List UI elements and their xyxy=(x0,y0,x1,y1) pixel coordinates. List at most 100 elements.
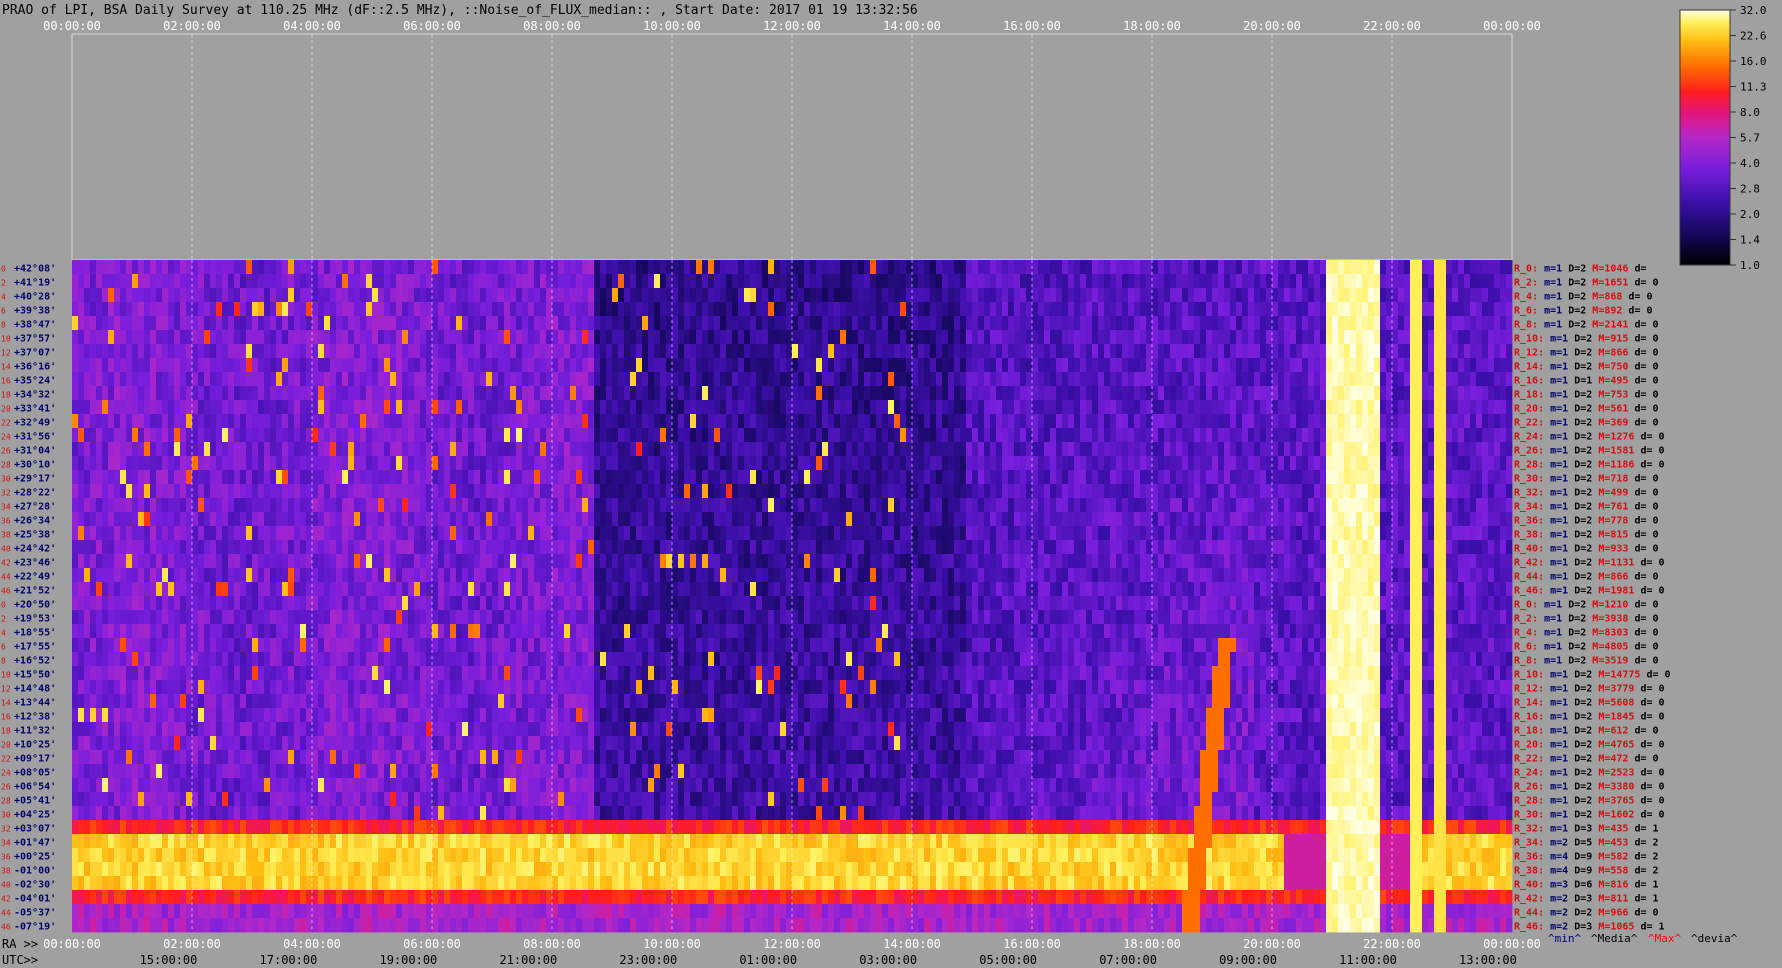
heatmap-cell xyxy=(306,274,313,289)
heatmap-cell xyxy=(1416,344,1423,359)
heatmap-cell xyxy=(1380,484,1387,499)
heatmap-cell xyxy=(1434,330,1441,345)
heatmap-cell xyxy=(444,414,451,429)
heatmap-cell xyxy=(720,540,727,555)
heatmap-cell xyxy=(732,400,739,415)
heatmap-cell xyxy=(972,498,979,513)
heatmap-cell xyxy=(504,358,511,373)
heatmap-cell xyxy=(852,442,859,457)
heatmap-cell xyxy=(744,428,751,443)
heatmap-cell xyxy=(846,526,853,541)
heatmap-cell xyxy=(276,372,283,387)
heatmap-cell xyxy=(1074,484,1081,499)
heatmap-cell xyxy=(966,400,973,415)
heatmap-cell xyxy=(1098,274,1105,289)
heatmap-cell xyxy=(894,344,901,359)
heatmap-cell xyxy=(1116,316,1123,331)
heatmap-cell xyxy=(744,498,751,513)
heatmap-cell xyxy=(456,386,463,401)
heatmap-cell xyxy=(660,316,667,331)
heatmap-cell xyxy=(810,330,817,345)
heatmap-cell xyxy=(1188,428,1195,443)
heatmap-cell xyxy=(792,316,799,331)
heatmap-cell xyxy=(318,484,325,499)
heatmap-cell xyxy=(510,400,517,415)
heatmap-cell xyxy=(1032,442,1039,457)
heatmap-cell xyxy=(564,512,571,527)
heatmap-cell xyxy=(846,372,853,387)
heatmap-cell xyxy=(774,288,781,303)
heatmap-cell xyxy=(1332,470,1339,485)
heatmap-cell xyxy=(672,498,679,513)
heatmap-cell xyxy=(396,302,403,317)
heatmap-cell xyxy=(1350,442,1357,457)
heatmap-cell xyxy=(1026,274,1033,289)
heatmap-cell xyxy=(456,540,463,555)
heatmap-cell xyxy=(762,386,769,401)
heatmap-cell xyxy=(588,470,595,485)
heatmap-cell xyxy=(894,400,901,415)
heatmap-cell xyxy=(1140,442,1147,457)
heatmap-cell xyxy=(1392,470,1399,485)
heatmap-cell xyxy=(198,414,205,429)
heatmap-cell xyxy=(1398,456,1405,471)
heatmap-cell xyxy=(192,330,199,345)
heatmap-cell xyxy=(450,526,457,541)
heatmap-cell xyxy=(1044,526,1051,541)
heatmap-cell xyxy=(618,442,625,457)
heatmap-cell xyxy=(996,288,1003,303)
heatmap-cell xyxy=(186,288,193,303)
heatmap-cell xyxy=(1398,302,1405,317)
heatmap-cell xyxy=(1002,428,1009,443)
heatmap-cell xyxy=(1212,400,1219,415)
heatmap-cell xyxy=(192,540,199,555)
heatmap-cell xyxy=(504,414,511,429)
heatmap-cell xyxy=(690,372,697,387)
heatmap-cell xyxy=(1032,498,1039,513)
heatmap-cell xyxy=(228,456,235,471)
heatmap-cell xyxy=(1266,386,1273,401)
heatmap-cell xyxy=(720,260,727,275)
heatmap-cell xyxy=(1434,302,1441,317)
heatmap-cell xyxy=(216,330,223,345)
heatmap-cell xyxy=(1014,442,1021,457)
heatmap-cell xyxy=(672,512,679,527)
heatmap-cell xyxy=(540,288,547,303)
heatmap-cell xyxy=(264,302,271,317)
heatmap-cell xyxy=(1266,330,1273,345)
heatmap-cell xyxy=(654,386,661,401)
heatmap-cell xyxy=(1476,372,1483,387)
heatmap-cell xyxy=(558,400,565,415)
heatmap-cell xyxy=(498,274,505,289)
heatmap-cell xyxy=(1068,484,1075,499)
heatmap-cell xyxy=(990,484,997,499)
heatmap-cell xyxy=(570,428,577,443)
heatmap-cell xyxy=(912,428,919,443)
heatmap-cell xyxy=(414,344,421,359)
heatmap-cell xyxy=(1062,274,1069,289)
heatmap-cell xyxy=(1470,526,1477,541)
heatmap-cell xyxy=(222,428,229,443)
heatmap-cell xyxy=(1470,386,1477,401)
heatmap-cell xyxy=(570,274,577,289)
heatmap-cell xyxy=(906,274,913,289)
heatmap-cell xyxy=(552,288,559,303)
heatmap-cell xyxy=(324,316,331,331)
heatmap-cell xyxy=(900,344,907,359)
heatmap-cell xyxy=(1398,372,1405,387)
heatmap-cell xyxy=(294,316,301,331)
heatmap-cell xyxy=(1008,512,1015,527)
heatmap-cell xyxy=(252,400,259,415)
heatmap-cell xyxy=(678,302,685,317)
heatmap-cell xyxy=(810,288,817,303)
heatmap-cell xyxy=(744,456,751,471)
heatmap-cell xyxy=(1314,274,1321,289)
heatmap-cell xyxy=(810,358,817,373)
heatmap-cell xyxy=(186,512,193,527)
heatmap-cell xyxy=(858,512,865,527)
heatmap-cell xyxy=(1212,498,1219,513)
heatmap-cell xyxy=(342,372,349,387)
heatmap-cell xyxy=(1056,302,1063,317)
heatmap-cell xyxy=(1500,260,1507,275)
heatmap-cell xyxy=(336,442,343,457)
